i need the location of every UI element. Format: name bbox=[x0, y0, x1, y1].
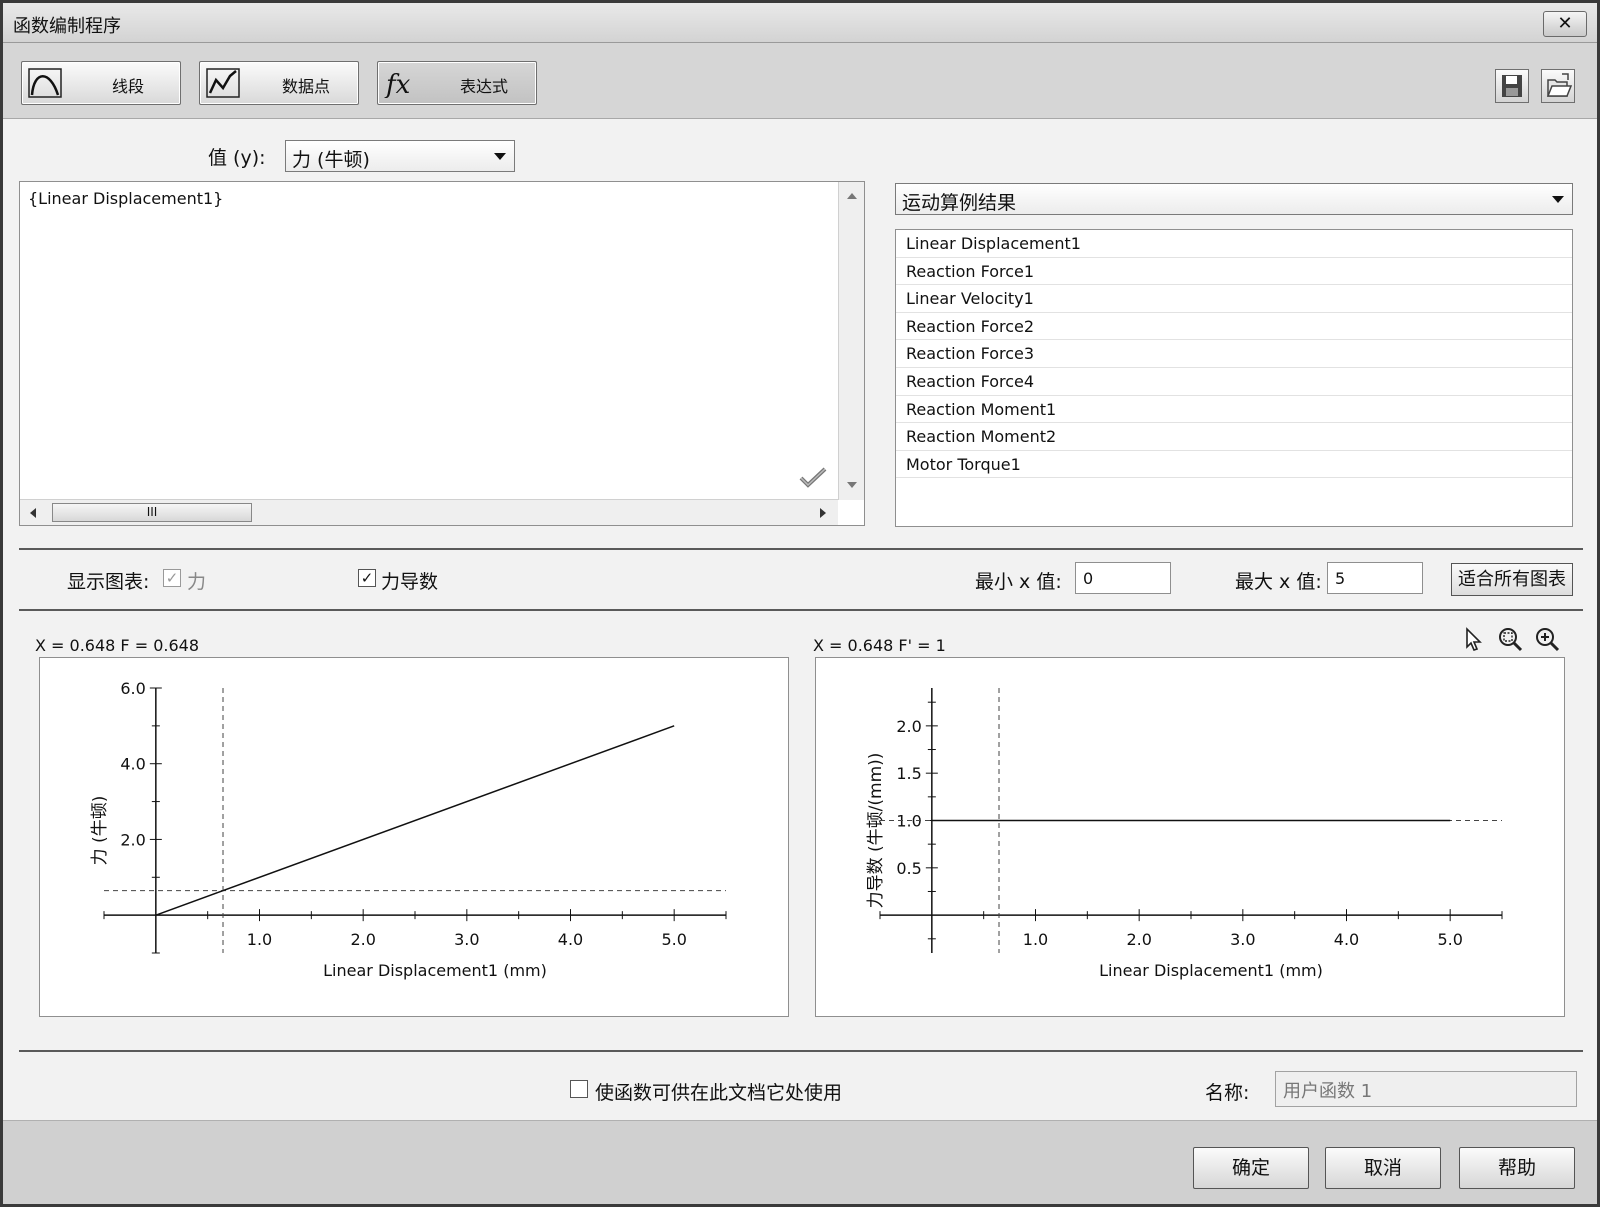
y-tick-label: 2.0 bbox=[120, 830, 145, 849]
force-chart[interactable]: 1.0 2.0 3.0 4.0 5.0 2.0 4.0 6.0 Linear Displacem… bbox=[39, 657, 789, 1017]
segment-label: 线段 bbox=[111, 77, 144, 96]
scroll-right-arrow-icon[interactable] bbox=[820, 508, 826, 518]
x-tick-label: 2.0 bbox=[1126, 930, 1151, 949]
datapoints-label: 数据点 bbox=[281, 77, 330, 96]
x-tick-label: 2.0 bbox=[350, 930, 375, 949]
function-name-label: 名称: bbox=[1205, 1082, 1250, 1104]
expression-editor[interactable]: {Linear Displacement1} III bbox=[19, 181, 865, 526]
force-derivative-label: 力导数 bbox=[381, 571, 439, 593]
segment-button[interactable]: 线段 bbox=[21, 61, 181, 105]
list-item[interactable]: Reaction Force2 bbox=[896, 313, 1572, 341]
list-item[interactable]: Reaction Moment1 bbox=[896, 396, 1572, 424]
share-function-label: 使函数可供在此文档它处使用 bbox=[595, 1082, 843, 1104]
save-floppy-icon bbox=[1502, 75, 1522, 97]
scroll-thumb[interactable]: III bbox=[52, 503, 252, 522]
list-item[interactable]: Reaction Force3 bbox=[896, 340, 1572, 368]
min-x-label: 最小 x 值: bbox=[975, 571, 1062, 593]
open-button[interactable] bbox=[1541, 69, 1575, 103]
share-function-checkbox[interactable] bbox=[570, 1080, 588, 1098]
segment-curve-icon bbox=[28, 68, 62, 98]
title-bar: 函数编制程序 ✕ bbox=[3, 3, 1597, 43]
value-y-select[interactable]: 力 (牛顿) bbox=[285, 140, 515, 172]
dropdown-arrow-icon bbox=[1552, 196, 1564, 203]
x-tick-label: 5.0 bbox=[661, 930, 686, 949]
x-axis-title: Linear Displacement1 (mm) bbox=[1099, 961, 1323, 980]
derivative-chart-readout: X = 0.648 F' = 1 bbox=[813, 636, 946, 655]
force-derivative-checkbox[interactable]: ✓ bbox=[358, 569, 376, 587]
pointer-icon[interactable] bbox=[1459, 625, 1487, 653]
open-folder-icon bbox=[1546, 73, 1573, 97]
y-tick-label: 6.0 bbox=[120, 679, 145, 698]
divider bbox=[19, 548, 1583, 550]
scroll-up-arrow-icon[interactable] bbox=[847, 193, 857, 199]
x-tick-label: 1.0 bbox=[247, 930, 272, 949]
vertical-scrollbar[interactable] bbox=[838, 182, 864, 500]
horizontal-scrollbar[interactable]: III bbox=[20, 499, 838, 525]
y-axis-title: 力导数 (牛顿/(mm)) bbox=[866, 753, 886, 909]
value-y-selected: 力 (牛顿) bbox=[292, 149, 370, 171]
y-tick-label: 4.0 bbox=[120, 755, 145, 774]
close-button[interactable]: ✕ bbox=[1543, 11, 1587, 37]
zoom-fit-icon[interactable] bbox=[1496, 625, 1524, 653]
scroll-down-arrow-icon[interactable] bbox=[847, 482, 857, 488]
expression-button[interactable]: fx 表达式 bbox=[377, 61, 537, 105]
force-checkbox: ✓ bbox=[163, 569, 181, 587]
force-checkbox-label: 力 bbox=[187, 571, 207, 593]
list-item[interactable]: Reaction Moment2 bbox=[896, 423, 1572, 451]
y-tick-label: 2.0 bbox=[896, 717, 921, 736]
list-item[interactable]: Motor Torque1 bbox=[896, 451, 1572, 479]
list-item[interactable]: Linear Displacement1 bbox=[896, 230, 1572, 258]
force-derivative-chart-svg: 1.0 2.0 3.0 4.0 5.00.51.01.52.0Linear Displa… bbox=[866, 688, 1503, 980]
x-tick-label: 5.0 bbox=[1437, 930, 1462, 949]
scroll-left-arrow-icon[interactable] bbox=[30, 508, 36, 518]
function-fx-icon: fx bbox=[384, 70, 411, 98]
fit-all-charts-button[interactable]: 适合所有图表 bbox=[1451, 563, 1573, 596]
x-tick-label: 4.0 bbox=[1334, 930, 1359, 949]
list-item[interactable]: Linear Velocity1 bbox=[896, 285, 1572, 313]
x-tick-label: 4.0 bbox=[558, 930, 583, 949]
x-axis-title: Linear Displacement1 (mm) bbox=[323, 961, 547, 980]
force-derivative-chart[interactable]: 1.0 2.0 3.0 4.0 5.0 0.5 1.0 1.5 2.0 Linear Displa… bbox=[815, 657, 1565, 1017]
datapoints-curve-icon bbox=[206, 68, 240, 98]
expression-label: 表达式 bbox=[459, 77, 508, 96]
y-tick-label: 1.5 bbox=[896, 764, 921, 783]
dropdown-arrow-icon bbox=[494, 153, 506, 160]
function-builder-dialog: 函数编制程序 ✕ 线段 数据点 fx 表达式 值 (y): 力 (牛顿) {Li… bbox=[0, 0, 1600, 1207]
list-item[interactable]: Reaction Force1 bbox=[896, 258, 1572, 286]
function-name-input[interactable]: 用户函数 1 bbox=[1275, 1071, 1577, 1107]
zoom-in-icon[interactable] bbox=[1533, 625, 1561, 653]
divider bbox=[19, 1050, 1583, 1052]
save-button[interactable] bbox=[1495, 69, 1529, 103]
toolbar: 线段 数据点 fx 表达式 bbox=[3, 43, 1597, 119]
ok-button[interactable]: 确定 bbox=[1193, 1147, 1309, 1189]
min-x-input[interactable]: 0 bbox=[1075, 562, 1171, 594]
x-tick-label: 1.0 bbox=[1023, 930, 1048, 949]
max-x-input[interactable]: 5 bbox=[1327, 562, 1423, 594]
show-chart-label: 显示图表: bbox=[67, 571, 150, 593]
results-source-selected: 运动算例结果 bbox=[902, 192, 1017, 214]
y-axis-title: 力 (牛顿) bbox=[90, 796, 110, 866]
y-tick-label: 0.5 bbox=[896, 859, 921, 878]
window-title: 函数编制程序 bbox=[13, 16, 121, 37]
max-x-label: 最大 x 值: bbox=[1235, 571, 1322, 593]
results-list: Linear Displacement1 Reaction Force1 Lin… bbox=[895, 229, 1573, 527]
divider bbox=[19, 609, 1583, 611]
series-line bbox=[155, 725, 675, 916]
results-source-select[interactable]: 运动算例结果 bbox=[895, 183, 1573, 215]
list-item[interactable]: Reaction Force4 bbox=[896, 368, 1572, 396]
expression-text: {Linear Displacement1} bbox=[28, 189, 224, 208]
x-tick-label: 3.0 bbox=[1230, 930, 1255, 949]
fx-icon-text: fx bbox=[384, 70, 411, 98]
datapoints-button[interactable]: 数据点 bbox=[199, 61, 359, 105]
force-chart-readout: X = 0.648 F = 0.648 bbox=[35, 636, 200, 655]
help-button[interactable]: 帮助 bbox=[1459, 1147, 1575, 1189]
cancel-button[interactable]: 取消 bbox=[1325, 1147, 1441, 1189]
value-y-label: 值 (y): bbox=[208, 147, 266, 169]
x-tick-label: 3.0 bbox=[454, 930, 479, 949]
force-chart-svg: 1.0 2.0 3.0 4.0 5.0 2.0 4.0 6.0 Linear Displacem… bbox=[90, 679, 727, 980]
dialog-button-bar: 确定 取消 帮助 bbox=[3, 1120, 1597, 1204]
validate-check-icon[interactable] bbox=[798, 466, 828, 488]
